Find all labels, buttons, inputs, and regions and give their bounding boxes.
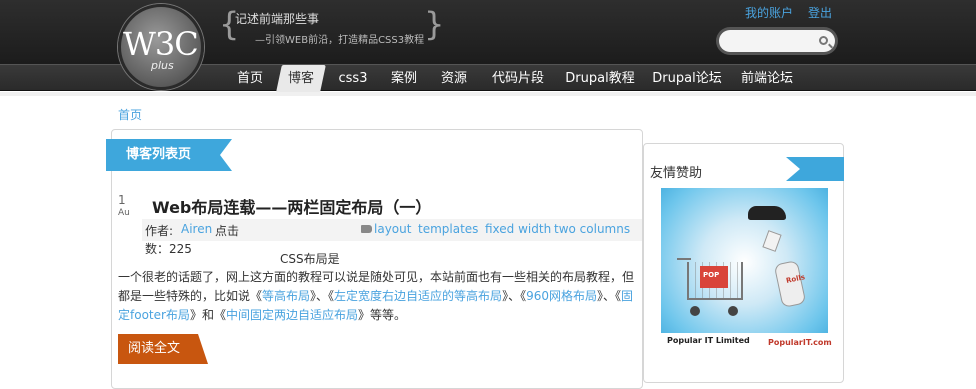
nav-item-snippets[interactable]: 代码片段 — [486, 65, 550, 92]
shoe-icon — [748, 206, 786, 220]
search-box — [716, 27, 838, 55]
logo-subtext: plus — [151, 59, 174, 72]
excerpt-link-2[interactable]: 左定宽度右边自适应的等高布局 — [334, 289, 502, 303]
search-input[interactable] — [719, 30, 835, 52]
nav-item-blog[interactable]: 博客 — [276, 65, 326, 92]
author-label: 作者: — [145, 224, 174, 238]
tag-templates[interactable]: templates — [418, 222, 478, 236]
excerpt-link-5[interactable]: 中间固定两边自适应布局 — [226, 308, 358, 322]
nav-item-resources[interactable]: 资源 — [433, 65, 475, 92]
search-icon[interactable] — [819, 36, 828, 45]
excerpt-lead: CSS布局是 — [280, 252, 340, 266]
page-ribbon: 博客列表页 — [106, 139, 232, 171]
tag-icon — [361, 225, 372, 233]
tag-fixed-width[interactable]: fixed width — [485, 222, 551, 236]
tagline-subtitle: —引领WEB前沿，打造精品CSS3教程 — [255, 35, 425, 46]
nav-item-drupal-forum[interactable]: Drupal论坛 — [648, 65, 726, 92]
post-excerpt: 一个很老的话题了，网上这方面的教程可以说是随处可见，本站前面也有一些相关的布局教… — [118, 270, 635, 322]
tag-two-columns[interactable]: two columns — [554, 222, 630, 236]
post-date-month: Au — [118, 208, 130, 218]
logout-link[interactable]: 登出 — [808, 4, 832, 21]
breadcrumb-home[interactable]: 首页 — [118, 106, 142, 123]
excerpt-link-3[interactable]: 960网格布局 — [526, 289, 597, 303]
tagline-title: 记述前端那些事 — [235, 12, 320, 26]
my-account-link[interactable]: 我的账户 — [745, 4, 793, 21]
ad-url: PopularIT.com — [768, 338, 832, 347]
nav-item-css3[interactable]: css3 — [332, 65, 374, 92]
sidebar-ribbon — [786, 157, 844, 181]
excerpt-link-1[interactable]: 等高布局 — [262, 289, 310, 303]
product-box-label: POP — [703, 271, 720, 279]
author-link[interactable]: Airen — [181, 222, 212, 236]
cart-wheel-icon — [690, 306, 700, 316]
view-count: 数：225 — [145, 242, 192, 256]
tagline-brace-right: } — [424, 5, 445, 43]
read-more-button[interactable]: 阅读全文 — [118, 334, 208, 364]
tag-layout[interactable]: layout — [374, 222, 411, 236]
nav-item-frontend-forum[interactable]: 前端论坛 — [736, 65, 798, 92]
sidebar-title: 友情赞助 — [650, 166, 703, 181]
cart-wheel-icon — [728, 306, 738, 316]
post-title[interactable]: Web布局连载——两栏固定布局（一） — [152, 194, 431, 218]
click-label: 点击 — [215, 224, 240, 238]
nav-item-cases[interactable]: 案例 — [383, 65, 425, 92]
nav-item-home[interactable]: 首页 — [229, 65, 271, 92]
ad-company-name: Popular IT Limited — [667, 336, 750, 345]
logo-text: W3C — [123, 25, 199, 63]
nav-item-drupal-tutorials[interactable]: Drupal教程 — [560, 65, 640, 92]
site-logo[interactable]: W3C plus — [118, 4, 204, 90]
post-date-day: 1 — [118, 193, 126, 207]
nav-bottom-strip — [0, 92, 976, 96]
